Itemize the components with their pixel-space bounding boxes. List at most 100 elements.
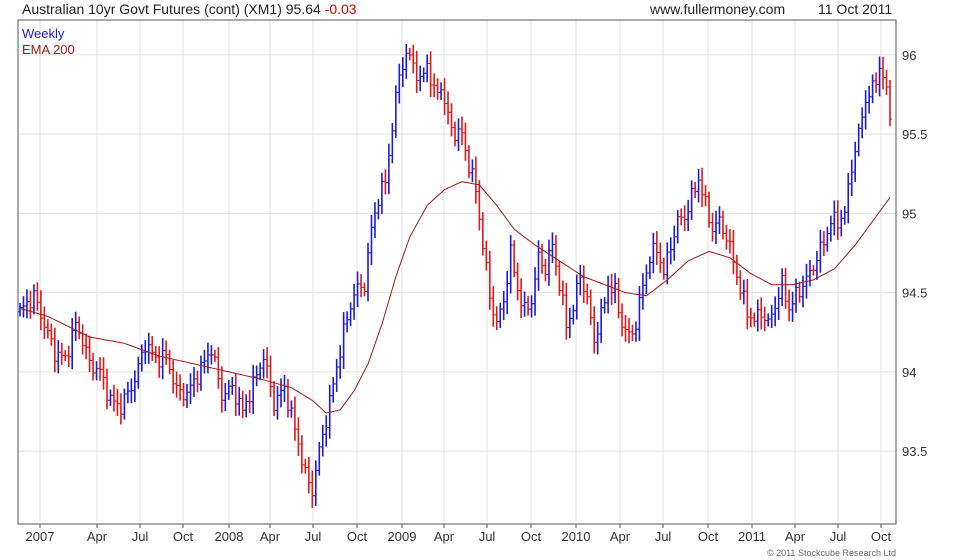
weekly-bar xyxy=(867,85,872,114)
weekly-bar xyxy=(400,57,405,88)
weekly-bar xyxy=(296,417,301,457)
weekly-bar xyxy=(38,290,43,331)
weekly-bar xyxy=(98,357,103,381)
weekly-bar xyxy=(679,208,684,226)
weekly-bar xyxy=(533,267,538,316)
y-tick-label: 96 xyxy=(902,48,916,63)
weekly-bar xyxy=(620,303,625,337)
weekly-bar xyxy=(769,305,774,329)
weekly-bar xyxy=(209,345,214,365)
weekly-bar xyxy=(661,257,666,280)
weekly-bar xyxy=(272,380,277,417)
weekly-bar xyxy=(550,232,555,264)
weekly-bar xyxy=(731,229,736,275)
weekly-bar xyxy=(773,296,778,327)
weekly-bar xyxy=(776,287,781,320)
weekly-bar xyxy=(588,289,593,326)
weekly-bar xyxy=(219,366,224,413)
weekly-bar xyxy=(571,304,576,325)
weekly-bar xyxy=(122,388,127,420)
weekly-bar xyxy=(602,297,607,314)
weekly-bar xyxy=(212,349,217,363)
weekly-bar xyxy=(432,73,437,98)
weekly-bar xyxy=(376,199,381,220)
weekly-bar xyxy=(146,332,151,364)
title-change: -0.03 xyxy=(324,1,357,17)
x-tick-label: Oct xyxy=(521,529,542,544)
x-tick-label: Apr xyxy=(434,529,455,544)
x-tick-label: Apr xyxy=(87,529,108,544)
weekly-bar xyxy=(125,381,130,404)
x-tick-label: Apr xyxy=(610,529,631,544)
weekly-bar xyxy=(623,315,628,342)
weekly-bar xyxy=(157,346,162,378)
weekly-bar xyxy=(627,318,631,344)
weekly-bar xyxy=(181,382,186,407)
weekly-bar xyxy=(174,371,179,398)
weekly-bar xyxy=(512,240,517,278)
weekly-bar xyxy=(42,306,47,340)
x-tick-label: Oct xyxy=(698,529,719,544)
weekly-bar xyxy=(853,141,858,182)
chart-date: 11 Oct 2011 xyxy=(818,1,893,17)
weekly-bar xyxy=(254,365,259,387)
weekly-bar xyxy=(331,377,336,403)
weekly-bar xyxy=(185,383,190,409)
weekly-bar xyxy=(303,458,308,474)
x-tick-label: Jul xyxy=(305,529,322,544)
weekly-bar xyxy=(404,43,409,79)
weekly-bar xyxy=(714,210,718,244)
weekly-bar xyxy=(171,359,176,394)
weekly-bar xyxy=(341,312,346,369)
weekly-bar xyxy=(675,209,680,244)
y-tick-label: 95 xyxy=(902,206,916,221)
weekly-bar xyxy=(783,268,788,309)
weekly-bar xyxy=(299,435,304,474)
weekly-bar xyxy=(654,231,659,265)
x-tick-label: Oct xyxy=(871,529,892,544)
weekly-bar xyxy=(317,441,322,476)
weekly-bar xyxy=(863,90,868,130)
weekly-bar xyxy=(658,242,663,273)
weekly-bar xyxy=(727,229,732,254)
weekly-bar xyxy=(414,50,419,94)
weekly-bar xyxy=(230,376,235,395)
weekly-bar xyxy=(313,460,318,506)
x-tick-label: Jul xyxy=(132,529,149,544)
weekly-bar xyxy=(338,345,343,379)
weekly-bar xyxy=(529,295,534,318)
weekly-bar xyxy=(724,224,729,250)
weekly-bar xyxy=(359,274,364,298)
x-tick-label: Jul xyxy=(830,529,847,544)
weekly-bar xyxy=(24,289,29,319)
weekly-bar xyxy=(87,335,92,373)
weekly-bar xyxy=(609,273,614,306)
site-url[interactable]: www.fullermoney.com xyxy=(650,1,785,17)
weekly-bar xyxy=(881,56,886,90)
weekly-bar xyxy=(101,357,106,390)
weekly-bar xyxy=(91,352,96,381)
weekly-bar xyxy=(167,349,172,375)
weekly-bar xyxy=(143,340,148,364)
weekly-bar xyxy=(811,265,816,276)
weekly-bar xyxy=(494,306,499,331)
weekly-bar xyxy=(345,311,350,333)
weekly-bar xyxy=(421,67,426,83)
weekly-bar xyxy=(289,400,294,418)
weekly-bar xyxy=(484,240,489,271)
weekly-bar xyxy=(56,340,61,374)
weekly-bar xyxy=(63,350,68,362)
weekly-bar xyxy=(111,384,116,412)
copyright-credit: © 2011 Stockcube Research Ltd xyxy=(766,548,896,558)
x-tick-label: 2009 xyxy=(388,529,417,544)
chart-grid xyxy=(18,20,896,528)
weekly-bar xyxy=(425,54,430,83)
weekly-bar xyxy=(449,103,454,137)
x-tick-label: Apr xyxy=(785,529,806,544)
y-tick-label: 93.5 xyxy=(902,444,927,459)
weekly-bar xyxy=(828,215,833,242)
weekly-bar xyxy=(459,116,464,146)
weekly-bar xyxy=(108,389,113,406)
y-tick-label: 94.5 xyxy=(902,286,927,301)
weekly-bar xyxy=(515,262,520,301)
